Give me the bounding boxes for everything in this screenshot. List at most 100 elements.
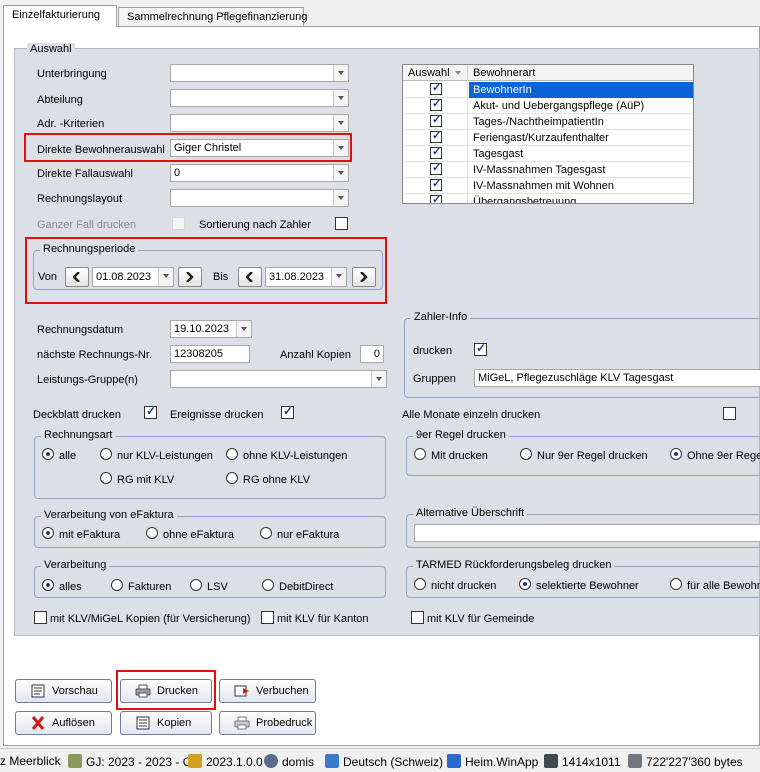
ereignisse-label: Ereignisse drucken [170, 409, 264, 421]
verarbeitung-alles-radio[interactable] [42, 579, 54, 591]
chevron-down-icon[interactable] [236, 321, 251, 337]
regel9-nur-label: Nur 9er Regel drucken [537, 450, 648, 462]
highlight-bewohner [24, 133, 352, 162]
klv-migel-checkbox[interactable] [34, 611, 47, 624]
grid-row[interactable]: IV-Massnahmen Tagesgast [403, 161, 693, 178]
probedruck-button[interactable]: Probedruck [219, 711, 316, 735]
efaktura-mit-radio[interactable] [42, 527, 54, 539]
alt-ueberschrift-input[interactable] [414, 524, 760, 542]
efaktura-ohne-radio[interactable] [146, 527, 158, 539]
verbuchen-label: Verbuchen [256, 685, 309, 697]
abteilung-label: Abteilung [37, 94, 83, 106]
regel9-ohne-radio[interactable] [670, 448, 682, 460]
status-bytes-text: 722'227'360 bytes [646, 755, 743, 769]
chevron-down-icon[interactable] [333, 165, 348, 181]
grid-row[interactable]: IV-Massnahmen mit Wohnen [403, 177, 693, 194]
tarmed-selektierte-label: selektierte Bewohner [536, 580, 639, 592]
grid-row[interactable]: Tages-/NachtheimpatientIn [403, 113, 693, 130]
tab-einzelfakturierung[interactable]: Einzelfakturierung [3, 5, 117, 27]
row-checkbox[interactable] [430, 129, 442, 143]
ereignisse-checkbox[interactable] [281, 404, 294, 419]
deckblatt-checkbox[interactable] [144, 404, 157, 419]
kopien-button[interactable]: Kopien [120, 711, 212, 735]
row-checkbox[interactable] [430, 161, 442, 175]
row-checkbox[interactable] [430, 177, 442, 191]
preview-icon [31, 684, 45, 698]
status-bytes: 722'227'360 bytes [628, 754, 743, 769]
status-bar: z Meerblick GJ: 2023 - 2023 - O 2023.1.0… [0, 748, 760, 772]
chevron-down-icon[interactable] [333, 190, 348, 206]
col-bewohnerart[interactable]: Bewohnerart [473, 67, 535, 79]
zahler-drucken-checkbox[interactable] [474, 341, 487, 356]
rechnungslayout-combo[interactable] [170, 189, 349, 207]
app-icon [447, 754, 461, 768]
tarmed-nicht-radio[interactable] [414, 578, 426, 590]
unterbringung-label: Unterbringung [37, 68, 107, 80]
leistungs-gruppe-combo[interactable] [170, 370, 387, 388]
row-checkbox[interactable] [430, 113, 442, 127]
vorschau-button[interactable]: Vorschau [15, 679, 112, 703]
klv-gemeinde-checkbox[interactable] [411, 611, 424, 624]
grid-row[interactable]: Feriengast/Kurzaufenthalter [403, 129, 693, 146]
sort-icon [455, 71, 461, 75]
chevron-down-icon[interactable] [333, 65, 348, 81]
rechnungsart-rg-ohne-klv-radio[interactable] [226, 472, 238, 484]
regel9-nur-radio[interactable] [520, 448, 532, 460]
row-checkbox[interactable] [430, 145, 442, 159]
unterbringung-combo[interactable] [170, 64, 349, 82]
rechnungsart-ohne-klv-radio[interactable] [226, 448, 238, 460]
adr-kriterien-label: Adr. -Kriterien [37, 118, 105, 130]
bewohnerart-grid[interactable]: Auswahl Bewohnerart BewohnerIn Akut- und… [402, 64, 694, 204]
tab-sammelrechnung[interactable]: Sammelrechnung Pflegefinanzierung [118, 7, 307, 26]
tarmed-selektierte-radio[interactable] [519, 578, 531, 590]
col-auswahl[interactable]: Auswahl [408, 67, 450, 79]
efaktura-nur-radio[interactable] [260, 527, 272, 539]
chevron-down-icon[interactable] [371, 371, 386, 387]
version-icon [188, 754, 202, 768]
row-label: Feriengast/Kurzaufenthalter [473, 132, 609, 144]
klv-kanton-checkbox[interactable] [261, 611, 274, 624]
row-checkbox[interactable] [430, 193, 442, 203]
rechnungsart-rg-mit-klv-radio[interactable] [100, 472, 112, 484]
grid-row[interactable]: BewohnerIn [403, 81, 693, 98]
auswahl-title: Auswahl [27, 43, 75, 55]
sortierung-checkbox[interactable] [335, 217, 348, 230]
verarbeitung-fakturen-radio[interactable] [111, 579, 123, 591]
abteilung-combo[interactable] [170, 89, 349, 107]
verarbeitung-alles-label: alles [59, 581, 82, 593]
chevron-down-icon[interactable] [333, 115, 348, 131]
rechnungsdatum-value: 19.10.2023 [174, 323, 230, 335]
rechnungs-nr-field[interactable]: 12308205 [170, 345, 250, 363]
language-icon [325, 754, 339, 768]
anzahl-kopien-field[interactable]: 0 [360, 345, 384, 363]
row-checkbox[interactable] [430, 97, 442, 111]
ganzer-fall-label: Ganzer Fall drucken [37, 219, 137, 231]
zahler-info-title: Zahler-Info [411, 311, 471, 323]
row-label: Übergangsbetreuung [473, 196, 577, 204]
direkte-fall-combo[interactable]: 0 [170, 164, 349, 182]
row-label: IV-Massnahmen Tagesgast [473, 164, 606, 176]
verarbeitung-lsv-radio[interactable] [190, 579, 202, 591]
gruppen-label: Gruppen [413, 373, 456, 385]
rechnungsart-alle-radio[interactable] [42, 448, 54, 460]
aufloesen-button[interactable]: Auflösen [15, 711, 112, 735]
rechnungsart-nur-klv-radio[interactable] [100, 448, 112, 460]
tarmed-alle-radio[interactable] [670, 578, 682, 590]
direkte-fall-value: 0 [174, 167, 181, 179]
verbuchen-button[interactable]: Verbuchen [219, 679, 316, 703]
status-app-text: Heim.WinApp [465, 755, 539, 769]
rechnungsart-title: Rechnungsart [41, 429, 116, 441]
adr-kriterien-combo[interactable] [170, 114, 349, 132]
grid-row[interactable]: Übergangsbetreuung [403, 193, 693, 204]
row-checkbox[interactable] [430, 81, 442, 95]
grid-row[interactable]: Tagesgast [403, 145, 693, 162]
rechnungsdatum-field[interactable]: 19.10.2023 [170, 320, 252, 338]
chevron-down-icon[interactable] [333, 90, 348, 106]
regel9-mit-radio[interactable] [414, 448, 426, 460]
vorschau-label: Vorschau [52, 685, 98, 697]
grid-row[interactable]: Akut- und Uebergangspflege (AüP) [403, 97, 693, 114]
gruppen-field[interactable]: MiGeL, Pflegezuschläge KLV Tagesgast [474, 369, 760, 387]
verarbeitung-debit-radio[interactable] [262, 579, 274, 591]
alle-monate-checkbox[interactable] [723, 407, 736, 420]
ganzer-fall-checkbox[interactable] [172, 217, 185, 230]
